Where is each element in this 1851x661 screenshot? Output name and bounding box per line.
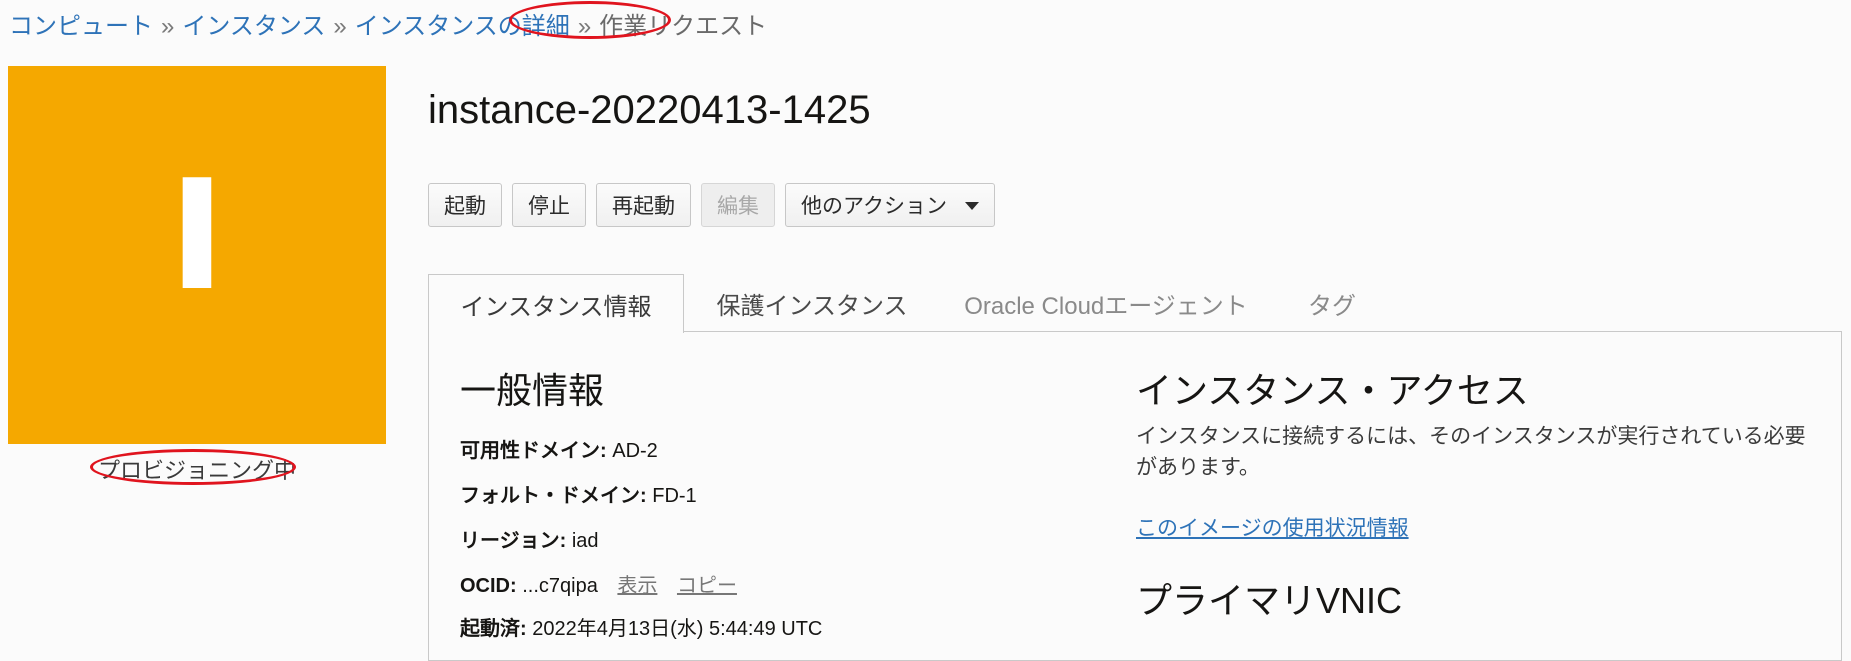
availability-domain-value: AD-2 [612,440,658,462]
instance-access-title: インスタンス・アクセス [1136,370,1529,411]
breadcrumb-separator: » [161,13,175,40]
stop-button[interactable]: 停止 [512,183,586,227]
region-value: iad [571,530,599,552]
ocid-copy-link[interactable]: コピー [677,575,737,597]
breadcrumb: コンピュート » インスタンス » インスタンスの詳細 » 作業リクエスト [9,6,767,41]
more-actions-label: 他のアクション [801,195,947,218]
edit-button: 編集 [701,183,775,227]
fault-domain-row: フォルト・ドメイン: FD-1 [460,479,697,508]
breadcrumb-compute[interactable]: コンピュート [9,13,153,40]
action-toolbar: 起動 停止 再起動 編集 他のアクション [428,183,995,227]
launched-row: 起動済: 2022年4月13日(水) 5:44:49 UTC [460,612,822,641]
ocid-label: OCID: [460,575,517,597]
availability-domain-row: 可用性ドメイン: AD-2 [460,434,658,463]
availability-domain-label: 可用性ドメイン: [460,440,607,462]
status-letter: I [168,147,226,324]
start-button[interactable]: 起動 [428,183,502,227]
breadcrumb-instances[interactable]: インスタンス [182,13,325,40]
tab-oracle-cloud-agent[interactable]: Oracle Cloudエージェント [952,274,1260,332]
caret-down-icon [964,202,979,210]
primary-vnic-title: プライマリVNIC [1136,580,1403,621]
region-label: リージョン: [460,530,567,552]
status-tile: I [8,66,386,444]
status-label: プロビジョニング中 [97,458,296,483]
launched-value: 2022年4月13日(水) 5:44:49 UTC [532,618,823,640]
reboot-button[interactable]: 再起動 [596,183,691,227]
page-title: instance-20220413-1425 [428,88,871,132]
image-usage-link[interactable]: このイメージの使用状況情報 [1136,512,1409,542]
tab-tags[interactable]: タグ [1290,274,1374,332]
ocid-show-link[interactable]: 表示 [617,575,657,597]
ocid-value: ...c7qipa [522,575,598,597]
breadcrumb-current: 作業リクエスト [599,13,768,40]
general-info-title: 一般情報 [460,370,605,411]
tab-protected-instance[interactable]: 保護インスタンス [700,274,924,332]
instance-access-description: インスタンスに接続するには、そのインスタンスが実行されている必要があります。 [1136,425,1806,479]
breadcrumb-separator: » [577,13,592,40]
breadcrumb-instance-details[interactable]: インスタンスの詳細 [355,13,570,40]
launched-label: 起動済: [460,618,527,640]
ocid-row: OCID: ...c7qipa 表示 コピー [460,569,737,598]
tab-instance-info[interactable]: インスタンス情報 [428,274,684,333]
fault-domain-value: FD-1 [652,485,697,507]
fault-domain-label: フォルト・ドメイン: [460,485,647,507]
more-actions-button[interactable]: 他のアクション [785,183,995,227]
region-row: リージョン: iad [460,524,599,553]
breadcrumb-separator: » [333,13,347,40]
